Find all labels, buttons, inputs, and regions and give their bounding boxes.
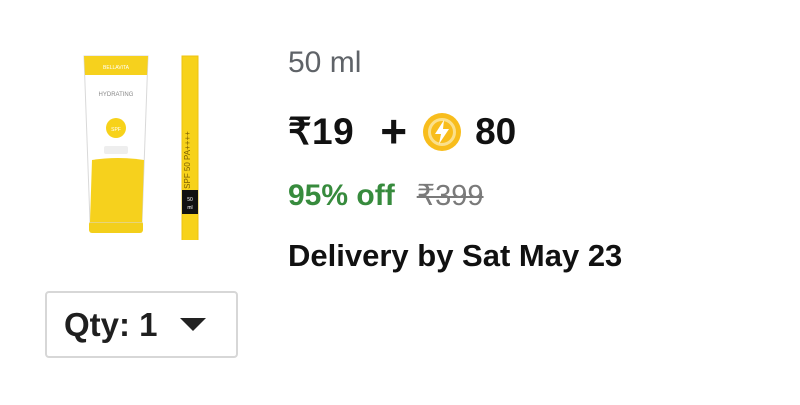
selling-price: ₹19 (288, 111, 355, 152)
original-price: ₹399 (416, 180, 484, 212)
svg-text:BELLAVITA: BELLAVITA (103, 65, 130, 71)
lightning-icon (424, 113, 461, 150)
quantity-label: Qty: 1 (64, 305, 158, 343)
product-image[interactable]: BELLAVITA HYDRATING SPF SPF 50 PA++++ 50… (70, 40, 230, 258)
dropdown-caret-icon (179, 318, 206, 331)
coin-amount: 80 (475, 110, 517, 152)
sunscreen-product-image: BELLAVITA HYDRATING SPF SPF 50 PA++++ 50… (83, 55, 199, 258)
price-row: ₹19 + 80 (288, 105, 517, 157)
product-size: 50 ml (288, 46, 362, 79)
plus-sign: + (380, 105, 408, 157)
discount-row: 95% off ₹399 (288, 178, 484, 213)
quantity-select[interactable]: Qty: 1 (45, 291, 238, 358)
lightning-coin-icon (423, 112, 462, 151)
delivery-date: Delivery by Sat May 23 (288, 238, 623, 273)
discount-percent: 95% off (288, 179, 395, 212)
svg-text:SPF 50 PA++++: SPF 50 PA++++ (183, 131, 192, 189)
svg-text:ml: ml (187, 205, 192, 211)
svg-text:SPF: SPF (111, 127, 121, 133)
svg-text:50: 50 (187, 197, 193, 203)
svg-text:HYDRATING: HYDRATING (99, 92, 134, 98)
